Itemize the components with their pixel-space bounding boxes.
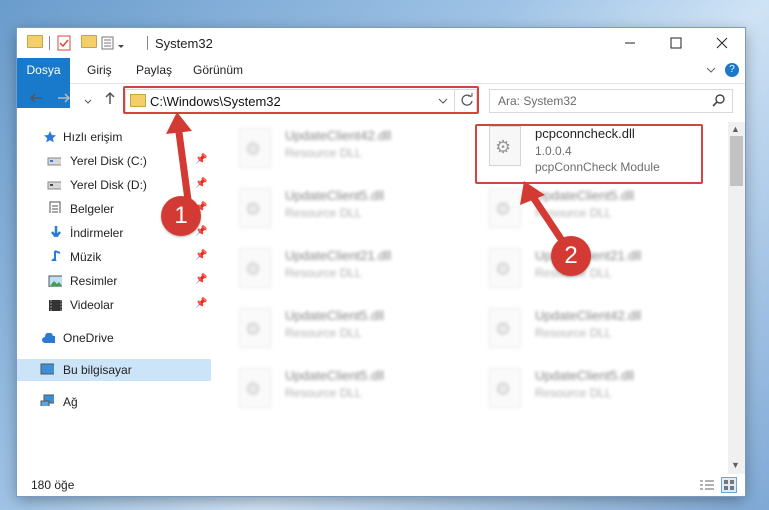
callout-badge-1: 1: [161, 196, 201, 236]
callout-badge-2: 2: [551, 236, 591, 276]
arrow-1-head: [166, 112, 192, 134]
arrow-1: [174, 121, 192, 204]
annotation-arrows: [166, 112, 569, 249]
